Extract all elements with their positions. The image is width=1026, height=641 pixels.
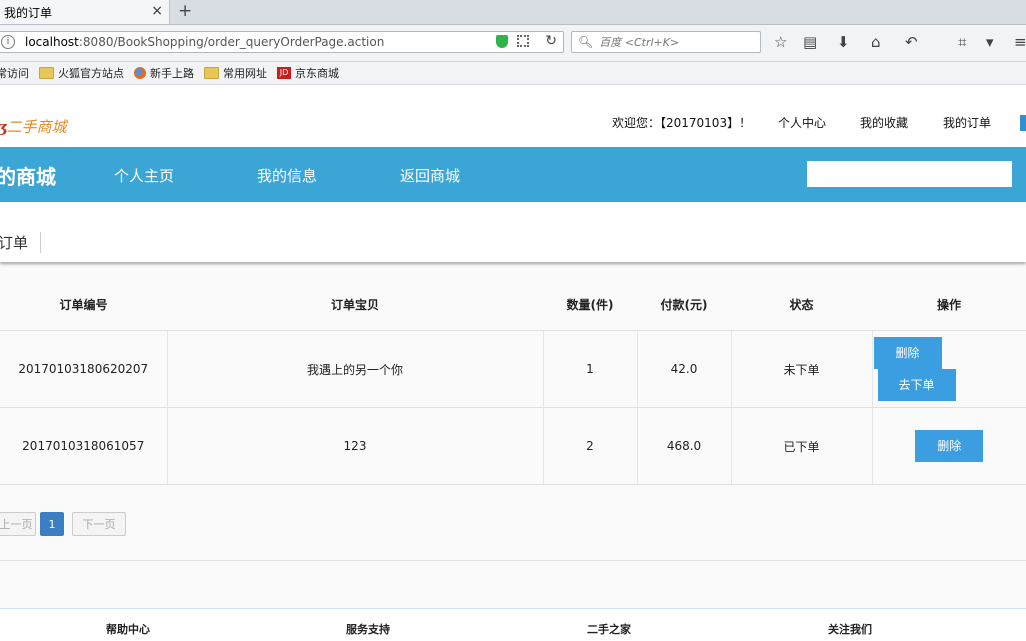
close-tab-icon[interactable]: ×	[151, 3, 163, 19]
order-quantity: 1	[543, 330, 638, 408]
footer-follow-us[interactable]: 关注我们	[828, 621, 872, 637]
col-quantity: 数量(件)	[543, 279, 637, 331]
bookmark-star-icon[interactable]: ☆	[774, 33, 787, 51]
order-actions: 删除	[872, 407, 1026, 485]
delete-button[interactable]: 删除	[915, 430, 984, 462]
side-tab[interactable]	[1020, 115, 1026, 131]
page-1-button[interactable]: 1	[40, 512, 64, 536]
content-divider	[0, 560, 1026, 561]
folder-icon	[204, 67, 219, 79]
order-item[interactable]: 我遇上的另一个你	[167, 330, 544, 408]
bookmark-common-sites[interactable]: 常用网址	[204, 65, 267, 81]
nav-personal-home[interactable]: 个人主页	[114, 165, 174, 186]
info-icon[interactable]: i	[1, 35, 15, 49]
footer-secondhand-home[interactable]: 二手之家	[587, 621, 631, 637]
address-bar[interactable]: i localhost:8080/BookShopping/order_quer…	[0, 31, 564, 53]
bookmark-frequent[interactable]: 常访问	[0, 65, 29, 81]
delete-button[interactable]: 删除	[873, 337, 942, 369]
order-status: 已下单	[731, 407, 873, 485]
link-my-orders[interactable]: 我的订单	[943, 114, 991, 131]
footer-help-center[interactable]: 帮助中心	[106, 621, 150, 637]
place-order-button[interactable]: 去下单	[877, 369, 956, 401]
browser-toolbar: i localhost:8080/BookShopping/order_quer…	[0, 25, 1026, 62]
table-row: 20170103180620207 我遇上的另一个你 1 42.0 未下单 删除…	[0, 330, 1026, 408]
bookmark-firefox-site[interactable]: 火狐官方站点	[39, 65, 124, 81]
firefox-icon	[134, 67, 146, 79]
nav-my-info[interactable]: 我的信息	[257, 165, 317, 186]
order-status: 未下单	[731, 330, 873, 408]
breadcrumb: 订单	[0, 232, 42, 253]
link-my-favorites[interactable]: 我的收藏	[860, 114, 908, 131]
crop-icon[interactable]: ⌗	[958, 33, 966, 51]
order-quantity: 2	[543, 407, 638, 485]
orders-table: 订单编号 订单宝贝 数量(件) 付款(元) 状态 操作 201701031806…	[0, 279, 1026, 485]
footer: 帮助中心 服务支持 二手之家 关注我们	[0, 608, 1026, 641]
reading-list-icon[interactable]: ▤	[803, 33, 817, 51]
nav-back-to-mall[interactable]: 返回商城	[400, 165, 460, 186]
nav-brand[interactable]: 的商城	[0, 161, 56, 190]
bookmark-getting-started[interactable]: 新手上路	[134, 65, 194, 81]
site-header: ʒ二手商城 欢迎您：【20170103】！ 个人中心 我的收藏 我的订单	[0, 85, 1026, 147]
tab-bar: 我的订单 × +	[0, 0, 1026, 25]
jd-icon: JD	[277, 67, 291, 79]
order-actions: 删除 去下单	[872, 330, 1026, 408]
url-text: localhost:8080/BookShopping/order_queryO…	[25, 35, 385, 49]
search-icon: 🔍︎	[578, 35, 594, 49]
qr-code-icon[interactable]	[517, 35, 529, 47]
col-order-id: 订单编号	[0, 279, 167, 331]
col-order-item: 订单宝贝	[167, 279, 543, 331]
order-id: 2017010318061057	[0, 407, 168, 485]
site-logo[interactable]: ʒ二手商城	[0, 116, 67, 137]
order-payment: 42.0	[637, 330, 732, 408]
link-personal-center[interactable]: 个人中心	[778, 114, 826, 131]
browser-search-input[interactable]: 🔍︎ 百度 <Ctrl+K>	[571, 31, 761, 53]
table-row: 2017010318061057 123 2 468.0 已下单 删除	[0, 407, 1026, 485]
order-id: 20170103180620207	[0, 330, 168, 408]
shield-icon[interactable]	[496, 35, 508, 48]
tab-title: 我的订单	[4, 5, 53, 20]
bookmark-jd[interactable]: JD 京东商城	[277, 65, 339, 81]
welcome-text: 欢迎您：【20170103】！	[612, 116, 752, 130]
search-placeholder: 百度 <Ctrl+K>	[599, 36, 680, 49]
next-page-button[interactable]: 下一页	[72, 512, 126, 536]
browser-tab[interactable]: 我的订单 ×	[0, 0, 170, 24]
order-item[interactable]: 123	[167, 407, 544, 485]
main-nav: 的商城 个人主页 我的信息 返回商城	[0, 147, 1026, 202]
reload-icon[interactable]: ↻	[545, 33, 557, 49]
bookmarks-bar: 常访问 火狐官方站点 新手上路 常用网址 JD 京东商城	[0, 62, 1026, 85]
table-header-row: 订单编号 订单宝贝 数量(件) 付款(元) 状态 操作	[0, 279, 1026, 331]
breadcrumb-bar: 订单	[0, 202, 1026, 262]
pagination: 上一页 1 下一页	[0, 512, 126, 536]
site-search-input[interactable]	[807, 161, 1012, 187]
home-icon[interactable]: ⌂	[871, 33, 881, 51]
footer-service-support[interactable]: 服务支持	[346, 621, 390, 637]
order-payment: 468.0	[637, 407, 732, 485]
download-icon[interactable]: ⬇	[837, 33, 850, 51]
new-tab-icon[interactable]: +	[178, 1, 192, 21]
col-status: 状态	[731, 279, 872, 331]
col-actions: 操作	[872, 279, 1026, 331]
col-payment: 付款(元)	[637, 279, 731, 331]
back-history-icon[interactable]: ↶	[905, 33, 918, 51]
prev-page-button[interactable]: 上一页	[0, 512, 36, 536]
chevron-down-icon[interactable]: ▾	[986, 33, 994, 51]
menu-icon[interactable]: ≡	[1014, 33, 1026, 51]
folder-icon	[39, 67, 54, 79]
